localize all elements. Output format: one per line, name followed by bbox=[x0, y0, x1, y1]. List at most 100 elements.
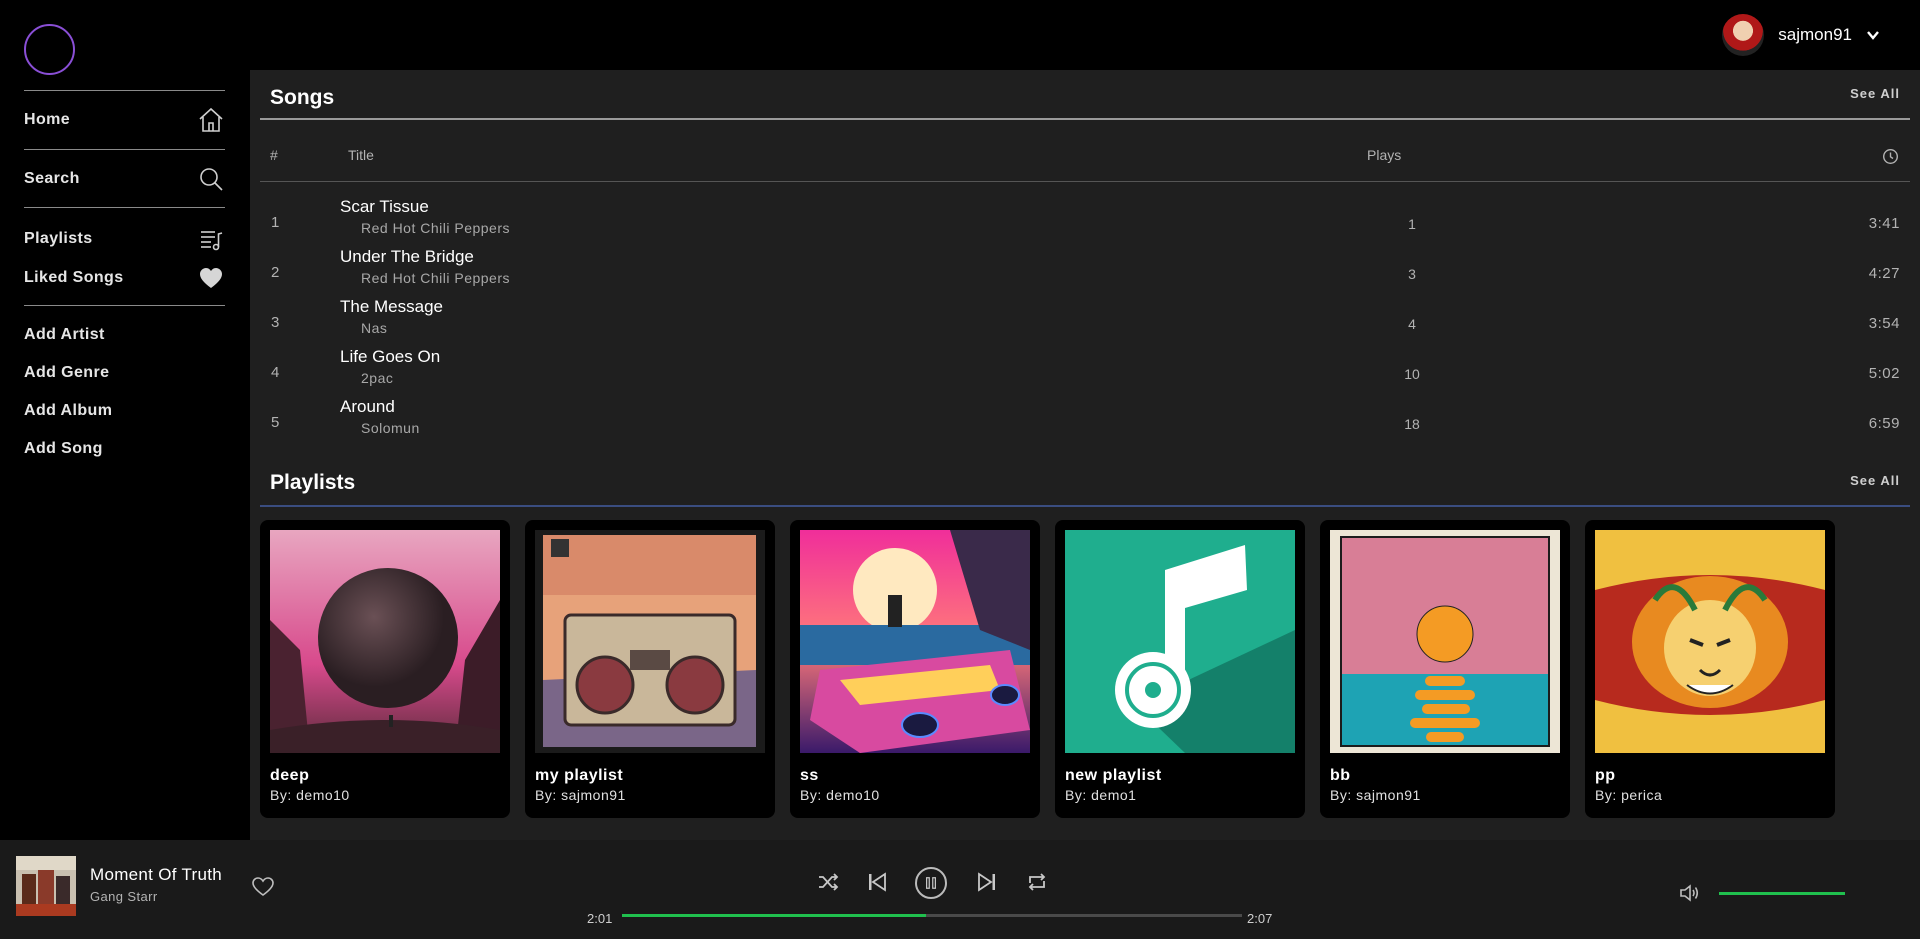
clock-icon bbox=[1882, 148, 1899, 165]
repeat-button[interactable] bbox=[1024, 869, 1050, 895]
playlist-card[interactable]: my playlist By: sajmon91 bbox=[525, 520, 775, 818]
song-plays: 1 bbox=[1408, 216, 1416, 232]
col-header-title: Title bbox=[348, 147, 374, 163]
songs-section-title: Songs bbox=[270, 86, 335, 109]
sidebar-divider bbox=[24, 149, 225, 150]
shuffle-button[interactable] bbox=[815, 869, 841, 895]
song-artist[interactable]: 2pac bbox=[361, 370, 393, 386]
playlist-name: new playlist bbox=[1065, 767, 1162, 784]
song-title[interactable]: The Message bbox=[340, 297, 443, 317]
playlists-see-all-link[interactable]: See All bbox=[1850, 473, 1900, 488]
col-header-number: # bbox=[270, 147, 278, 163]
elapsed-time: 2:01 bbox=[587, 911, 613, 926]
playlist-owner: By: perica bbox=[1595, 787, 1663, 803]
heart-icon bbox=[197, 264, 225, 292]
repeat-icon bbox=[1028, 873, 1046, 891]
sidebar-item-home[interactable]: Home bbox=[24, 106, 225, 134]
playlists-section-title: Playlists bbox=[270, 471, 356, 494]
like-heart-icon[interactable] bbox=[251, 875, 275, 897]
sidebar-item-add-album[interactable]: Add Album bbox=[24, 402, 225, 420]
playlist-cover-image bbox=[1595, 530, 1825, 753]
song-artist[interactable]: Solomun bbox=[361, 420, 420, 436]
song-plays: 4 bbox=[1408, 316, 1416, 332]
song-duration: 6:59 bbox=[1868, 415, 1900, 432]
playlist-cover-image bbox=[1065, 530, 1295, 753]
sidebar: Home Search Playlists Liked Songs Add Ar… bbox=[0, 0, 250, 840]
playlist-owner: By: demo1 bbox=[1065, 787, 1137, 803]
waveform-icon bbox=[33, 38, 67, 61]
song-row[interactable]: 1 Scar Tissue Red Hot Chili Peppers 1 3:… bbox=[260, 195, 1910, 245]
volume-slider[interactable] bbox=[1719, 892, 1845, 895]
song-artist[interactable]: Red Hot Chili Peppers bbox=[361, 270, 510, 286]
playlists-divider bbox=[260, 505, 1910, 507]
sidebar-item-add-artist[interactable]: Add Artist bbox=[24, 326, 225, 344]
volume-fill bbox=[1719, 892, 1845, 895]
previous-button[interactable] bbox=[864, 869, 890, 895]
sidebar-divider bbox=[24, 305, 225, 306]
sidebar-divider bbox=[24, 207, 225, 208]
playlist-card[interactable]: pp By: perica bbox=[1585, 520, 1835, 818]
app-logo[interactable] bbox=[24, 24, 75, 75]
songs-see-all-link[interactable]: See All bbox=[1850, 86, 1900, 101]
col-header-plays: Plays bbox=[1367, 147, 1402, 163]
playlist-cover-image bbox=[535, 530, 765, 753]
chevron-down-icon bbox=[1867, 31, 1879, 40]
song-number: 4 bbox=[271, 364, 280, 381]
song-duration: 4:27 bbox=[1868, 265, 1900, 282]
song-number: 1 bbox=[271, 214, 280, 231]
sidebar-item-liked-songs[interactable]: Liked Songs bbox=[24, 264, 225, 292]
username: sajmon91 bbox=[1778, 25, 1852, 44]
sidebar-item-label: Add Genre bbox=[24, 364, 110, 381]
playlist-card[interactable]: new playlist By: demo1 bbox=[1055, 520, 1305, 818]
sidebar-item-playlists[interactable]: Playlists bbox=[24, 225, 225, 253]
song-artist[interactable]: Red Hot Chili Peppers bbox=[361, 220, 510, 236]
main-content: Songs See All # Title Plays 1 Scar Tissu… bbox=[250, 70, 1920, 840]
sidebar-item-label: Playlists bbox=[24, 230, 93, 247]
song-title[interactable]: Scar Tissue bbox=[340, 197, 429, 217]
song-number: 5 bbox=[271, 414, 280, 431]
playlist-name: my playlist bbox=[535, 767, 624, 784]
sidebar-item-search[interactable]: Search bbox=[24, 165, 225, 193]
playlist-cover-image bbox=[800, 530, 1030, 753]
song-plays: 3 bbox=[1408, 266, 1416, 282]
song-title[interactable]: Life Goes On bbox=[340, 347, 440, 367]
now-playing-artist[interactable]: Gang Starr bbox=[90, 889, 158, 904]
song-number: 3 bbox=[271, 314, 280, 331]
sidebar-item-label: Liked Songs bbox=[24, 269, 124, 286]
volume-icon[interactable] bbox=[1678, 882, 1700, 904]
skip-forward-icon bbox=[978, 872, 995, 892]
skip-back-icon bbox=[869, 872, 886, 892]
playlist-card[interactable]: ss By: demo10 bbox=[790, 520, 1040, 818]
playlist-owner: By: sajmon91 bbox=[535, 787, 626, 803]
song-artist[interactable]: Nas bbox=[361, 320, 387, 336]
sidebar-item-label: Add Song bbox=[24, 440, 103, 457]
progress-fill bbox=[622, 914, 926, 917]
top-bar: sajmon91 bbox=[250, 0, 1920, 70]
song-row[interactable]: 5 Around Solomun 18 6:59 bbox=[260, 395, 1910, 445]
sidebar-item-label: Add Album bbox=[24, 402, 113, 419]
song-title[interactable]: Under The Bridge bbox=[340, 247, 474, 267]
progress-bar[interactable] bbox=[622, 914, 1242, 917]
playlist-card[interactable]: bb By: sajmon91 bbox=[1320, 520, 1570, 818]
next-button[interactable] bbox=[974, 869, 1000, 895]
song-row[interactable]: 3 The Message Nas 4 3:54 bbox=[260, 295, 1910, 345]
song-title[interactable]: Around bbox=[340, 397, 395, 417]
shuffle-icon bbox=[819, 873, 839, 891]
now-playing-title[interactable]: Moment Of Truth bbox=[90, 865, 222, 885]
sidebar-item-label: Add Artist bbox=[24, 326, 105, 343]
now-playing-cover[interactable] bbox=[16, 856, 76, 916]
playlist-card[interactable]: deep By: demo10 bbox=[260, 520, 510, 818]
song-row[interactable]: 4 Life Goes On 2pac 10 5:02 bbox=[260, 345, 1910, 395]
search-icon bbox=[197, 165, 225, 193]
playlist-cover-image bbox=[270, 530, 500, 753]
song-duration: 5:02 bbox=[1868, 365, 1900, 382]
song-duration: 3:41 bbox=[1868, 215, 1900, 232]
playlist-owner: By: demo10 bbox=[800, 787, 880, 803]
sidebar-item-add-song[interactable]: Add Song bbox=[24, 440, 225, 458]
song-row[interactable]: 2 Under The Bridge Red Hot Chili Peppers… bbox=[260, 245, 1910, 295]
user-menu[interactable]: sajmon91 bbox=[1722, 14, 1880, 56]
sidebar-item-label: Search bbox=[24, 170, 80, 187]
sidebar-item-add-genre[interactable]: Add Genre bbox=[24, 364, 225, 382]
pause-button[interactable] bbox=[915, 867, 947, 899]
song-duration: 3:54 bbox=[1868, 315, 1900, 332]
